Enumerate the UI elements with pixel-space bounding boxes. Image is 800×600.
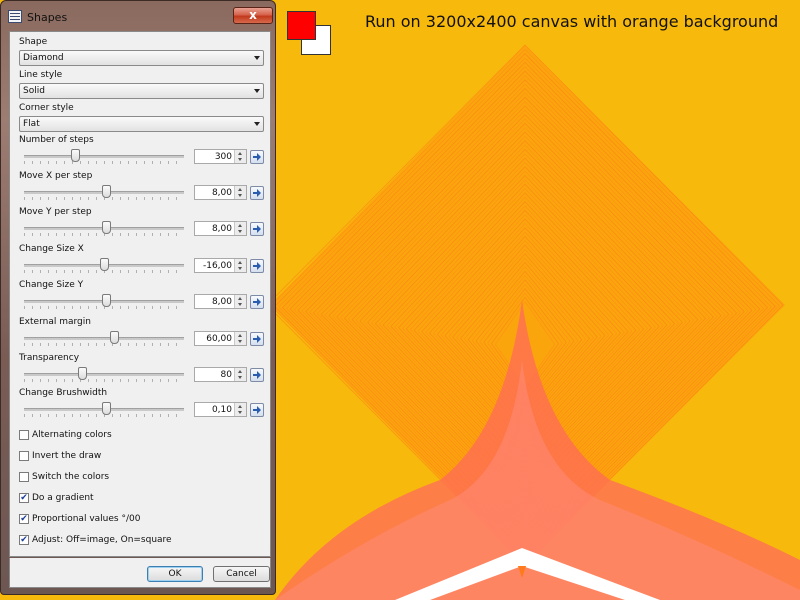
foreground-color-swatch[interactable] [287, 11, 316, 40]
slider-label: External margin [19, 317, 91, 327]
switch-colors-checkbox[interactable] [19, 472, 29, 482]
slider-thumb[interactable] [101, 294, 111, 307]
spin-arrows-icon[interactable] [234, 259, 246, 272]
slider-row-size-y: Change Size Y 8,00 [10, 280, 270, 314]
value-input[interactable]: 80 [194, 367, 247, 382]
checkbox-label[interactable]: Switch the colors [32, 472, 109, 482]
value-input[interactable]: 8,00 [194, 221, 247, 236]
apply-arrow-button[interactable] [250, 403, 264, 417]
dialog-title: Shapes [27, 11, 68, 24]
line-style-value: Solid [23, 86, 45, 96]
value-input[interactable]: 8,00 [194, 185, 247, 200]
alternating-colors-checkbox[interactable] [19, 430, 29, 440]
value-text: 300 [214, 152, 232, 162]
checkbox-label[interactable]: Do a gradient [32, 493, 94, 503]
value-text: -16,00 [202, 261, 232, 271]
dialog-footer: OK Cancel [9, 558, 271, 588]
cancel-button[interactable]: Cancel [213, 566, 270, 582]
slider-label: Change Size Y [19, 280, 84, 290]
spin-arrows-icon[interactable] [234, 222, 246, 235]
slider-ticks [24, 379, 184, 382]
value-text: 8,00 [211, 224, 232, 234]
slider-label: Number of steps [19, 135, 94, 145]
apply-arrow-button[interactable] [250, 222, 264, 236]
slider-label: Change Size X [19, 244, 84, 254]
slider-row-transparency: Transparency 80 [10, 353, 270, 387]
slider-row-steps: Number of steps 300 [10, 135, 270, 169]
spin-arrows-icon[interactable] [234, 186, 246, 199]
slider-track[interactable] [24, 373, 184, 376]
value-text: 80 [220, 370, 232, 380]
spin-arrows-icon[interactable] [234, 295, 246, 308]
value-text: 0,10 [211, 405, 232, 415]
apply-arrow-button[interactable] [250, 368, 264, 382]
slider-label: Change Brushwidth [19, 388, 108, 398]
slider-row-size-x: Change Size X -16,00 [10, 244, 270, 278]
value-input[interactable]: -16,00 [194, 258, 247, 273]
line-style-label: Line style [19, 70, 63, 80]
apply-arrow-button[interactable] [250, 259, 264, 273]
slider-row-brushwidth: Change Brushwidth 0,10 [10, 388, 270, 422]
checkbox-label[interactable]: Proportional values °/00 [32, 514, 140, 524]
close-button[interactable]: x [233, 7, 273, 24]
line-style-dropdown[interactable]: Solid [19, 83, 264, 99]
slider-thumb[interactable] [71, 149, 81, 162]
proportional-values-checkbox[interactable]: ✔ [19, 514, 29, 524]
canvas-caption: Run on 3200x2400 canvas with orange back… [365, 12, 779, 31]
apply-arrow-button[interactable] [250, 295, 264, 309]
slider-track[interactable] [24, 155, 184, 158]
spin-arrows-icon[interactable] [234, 332, 246, 345]
apply-arrow-button[interactable] [250, 332, 264, 346]
corner-style-dropdown[interactable]: Flat [19, 116, 264, 132]
slider-thumb[interactable] [100, 258, 109, 271]
slider-thumb[interactable] [101, 185, 111, 198]
chevron-down-icon [254, 56, 260, 60]
shape-dropdown[interactable]: Diamond [19, 50, 264, 66]
window-icon [8, 10, 22, 23]
apply-arrow-button[interactable] [250, 186, 264, 200]
corner-style-label: Corner style [19, 103, 74, 113]
slider-ticks [24, 343, 184, 346]
slider-row-margin: External margin 60,00 [10, 317, 270, 351]
slider-thumb[interactable] [101, 402, 111, 415]
apply-arrow-button[interactable] [250, 150, 264, 164]
value-input[interactable]: 60,00 [194, 331, 247, 346]
shape-value: Diamond [23, 53, 64, 63]
value-input[interactable]: 0,10 [194, 402, 247, 417]
slider-thumb[interactable] [109, 331, 119, 344]
value-input[interactable]: 8,00 [194, 294, 247, 309]
value-text: 8,00 [211, 297, 232, 307]
chevron-down-icon [254, 89, 260, 93]
value-text: 60,00 [206, 334, 232, 344]
shape-label: Shape [19, 37, 48, 47]
slider-row-move-y: Move Y per step 8,00 [10, 207, 270, 241]
slider-thumb[interactable] [101, 221, 111, 234]
slider-label: Move Y per step [19, 207, 92, 217]
slider-ticks [24, 161, 184, 164]
invert-draw-checkbox[interactable] [19, 451, 29, 461]
checkbox-label[interactable]: Adjust: Off=image, On=square [32, 535, 172, 545]
corner-style-value: Flat [23, 119, 40, 129]
spin-arrows-icon[interactable] [234, 403, 246, 416]
spin-arrows-icon[interactable] [234, 368, 246, 381]
dialog-body: Shape Diamond Line style Solid Corner st… [9, 31, 271, 557]
checkbox-label[interactable]: Invert the draw [32, 451, 101, 461]
checkbox-label[interactable]: Alternating colors [32, 430, 112, 440]
slider-thumb[interactable] [77, 367, 87, 380]
shapes-dialog: Shapes x Shape Diamond Line style Solid … [0, 0, 276, 595]
slider-label: Move X per step [19, 171, 93, 181]
slider-label: Transparency [19, 353, 80, 363]
dialog-titlebar[interactable]: Shapes x [1, 1, 275, 31]
value-input[interactable]: 300 [194, 149, 247, 164]
ok-button[interactable]: OK [147, 566, 203, 582]
slider-track[interactable] [24, 337, 184, 340]
spin-arrows-icon[interactable] [234, 150, 246, 163]
slider-row-move-x: Move X per step 8,00 [10, 171, 270, 205]
adjust-checkbox[interactable]: ✔ [19, 535, 29, 545]
value-text: 8,00 [211, 188, 232, 198]
chevron-down-icon [254, 122, 260, 126]
gradient-checkbox[interactable]: ✔ [19, 493, 29, 503]
